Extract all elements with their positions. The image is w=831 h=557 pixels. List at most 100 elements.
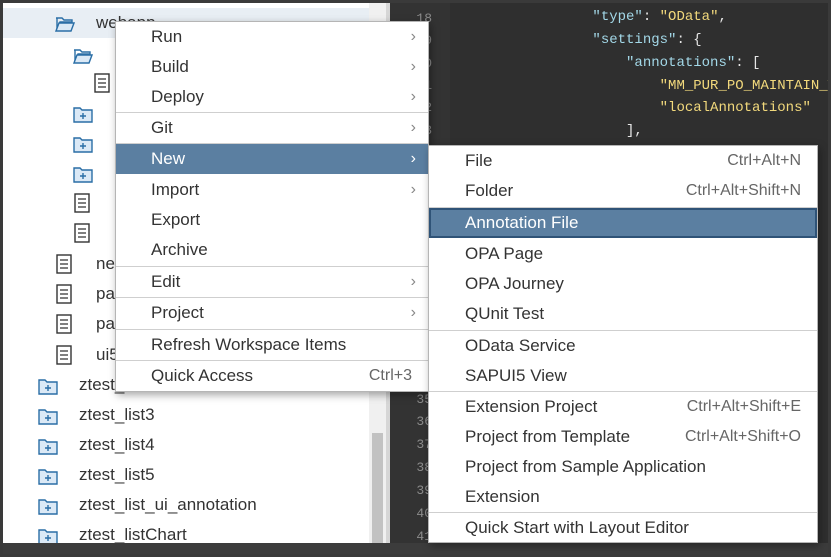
menu-item-odata-service[interactable]: OData Service [429,331,817,361]
package-icon [38,405,58,425]
menu-item-label: Quick Access [151,366,254,385]
menu-item-extension-project[interactable]: Extension Project Ctrl+Alt+Shift+E [429,392,817,422]
chevron-right-icon: › [410,273,416,290]
menu-item-annotation-file[interactable]: Annotation File [429,208,817,238]
menu-item-label: Project [151,303,204,322]
menu-item-project-from-template[interactable]: Project from Template Ctrl+Alt+Shift+O [429,422,817,452]
tree-item-label: pa [96,314,115,333]
menu-item-label: New [151,149,186,168]
menu-item-shortcut: Ctrl+Alt+Shift+N [685,182,801,199]
code-token: "type" [592,9,643,25]
menu-item-new[interactable]: New › [116,144,428,174]
chevron-right-icon: › [410,88,416,105]
code-token: ], [626,123,643,139]
line-number: 38 [416,460,432,475]
tree-scrollbar-thumb[interactable] [372,433,383,543]
code-token: : [642,9,660,25]
menu-item-sapui5-view[interactable]: SAPUI5 View [429,361,817,391]
code-token: : [ [735,55,761,71]
menu-item-export[interactable]: Export [116,205,428,235]
tree-item-label: pa [96,284,115,303]
folder-open-icon [54,13,76,33]
code-line: "type": "OData", [458,9,727,25]
menu-item-label: SAPUI5 View [465,366,567,385]
code-line: "MM_PUR_PO_MAINTAIN_V [458,78,831,94]
package-icon [73,133,93,153]
package-icon [38,495,58,515]
menu-item-label: Project from Template [465,427,631,446]
menu-item-run[interactable]: Run › [116,22,428,52]
package-icon [73,163,93,183]
file-icon [93,73,113,93]
menu-item-extension[interactable]: Extension [429,482,817,512]
chevron-right-icon: › [410,304,416,321]
menu-item-build[interactable]: Build › [116,52,428,82]
line-number: 36 [416,414,432,429]
menu-item-refresh-workspace-items[interactable]: Refresh Workspace Items [116,330,428,360]
context-menu: Run › Build › Deploy › Git › New › Import › Export Ar… [115,21,429,392]
menu-item-label: Deploy [151,87,204,106]
menu-item-label: OData Service [465,336,576,355]
tree-item-ztest-list5[interactable]: ztest_list5 [3,460,386,490]
menu-item-label: Run [151,27,183,46]
package-icon [38,375,58,395]
menu-item-qunit-test[interactable]: QUnit Test [429,299,817,329]
tree-item-ztest-list-ui-annotation[interactable]: ztest_list_ui_annotation [3,490,386,520]
menu-item-quick-access[interactable]: Quick Access Ctrl+3 [116,361,428,391]
menu-item-label: Extension Project [465,397,598,416]
menu-item-git[interactable]: Git › [116,113,428,143]
line-number: 35 [416,392,432,407]
package-icon [38,525,58,543]
code-token: : { [676,32,702,48]
code-token: , [718,9,727,25]
menu-item-archive[interactable]: Archive [116,235,428,265]
menu-item-opa-page[interactable]: OPA Page [429,239,817,269]
chevron-right-icon: › [410,28,416,45]
menu-item-label: Refresh Workspace Items [151,335,347,354]
menu-item-opa-journey[interactable]: OPA Journey [429,269,817,299]
menu-item-label: Annotation File [465,213,579,232]
menu-item-shortcut: Ctrl+Alt+Shift+O [684,428,801,445]
menu-item-label: Archive [151,240,208,259]
package-icon [73,103,93,123]
status-bar [3,543,828,554]
menu-item-edit[interactable]: Edit › [116,267,428,297]
menu-item-label: File [465,151,493,170]
menu-item-label: OPA Journey [465,274,564,293]
file-icon [55,314,75,334]
menu-item-label: QUnit Test [465,304,545,323]
menu-item-shortcut: Ctrl+Alt+Shift+E [686,398,801,415]
menu-item-project-from-sample-application[interactable]: Project from Sample Application [429,452,817,482]
code-token: "localAnnotations" [659,100,811,116]
code-line: ], [458,123,643,139]
code-line: "localAnnotations" [458,100,811,116]
file-icon [73,193,93,213]
code-token: "MM_PUR_PO_MAINTAIN_V [659,78,831,94]
code-token: "settings" [592,32,677,48]
line-number: 39 [416,483,432,498]
new-submenu: File Ctrl+Alt+N Folder Ctrl+Alt+Shift+N Anno… [428,145,818,543]
menu-item-import[interactable]: Import › [116,175,428,205]
menu-item-folder[interactable]: Folder Ctrl+Alt+Shift+N [429,176,817,206]
menu-item-shortcut: Ctrl+3 [368,367,412,384]
tree-item-ztest-list3[interactable]: ztest_list3 [3,400,386,430]
tree-item-ztest-listchart[interactable]: ztest_listChart [3,520,386,543]
file-icon [55,284,75,304]
package-icon [38,465,58,485]
menu-item-deploy[interactable]: Deploy › [116,82,428,112]
menu-item-label: Quick Start with Layout Editor [465,518,689,537]
ide-window: webappnepapaui5ztest_ztest_list3ztest_li… [0,0,831,557]
menu-item-label: Edit [151,272,181,291]
menu-item-label: Extension [465,487,540,506]
line-number: 37 [416,437,432,452]
menu-item-quick-start-with-layout-editor[interactable]: Quick Start with Layout Editor [429,513,817,543]
menu-item-file[interactable]: File Ctrl+Alt+N [429,146,817,176]
menu-item-project[interactable]: Project › [116,298,428,328]
menu-item-label: Project from Sample Application [465,457,706,476]
tree-item-ztest-list4[interactable]: ztest_list4 [3,430,386,460]
chevron-right-icon: › [410,181,416,198]
menu-item-label: Build [151,57,189,76]
